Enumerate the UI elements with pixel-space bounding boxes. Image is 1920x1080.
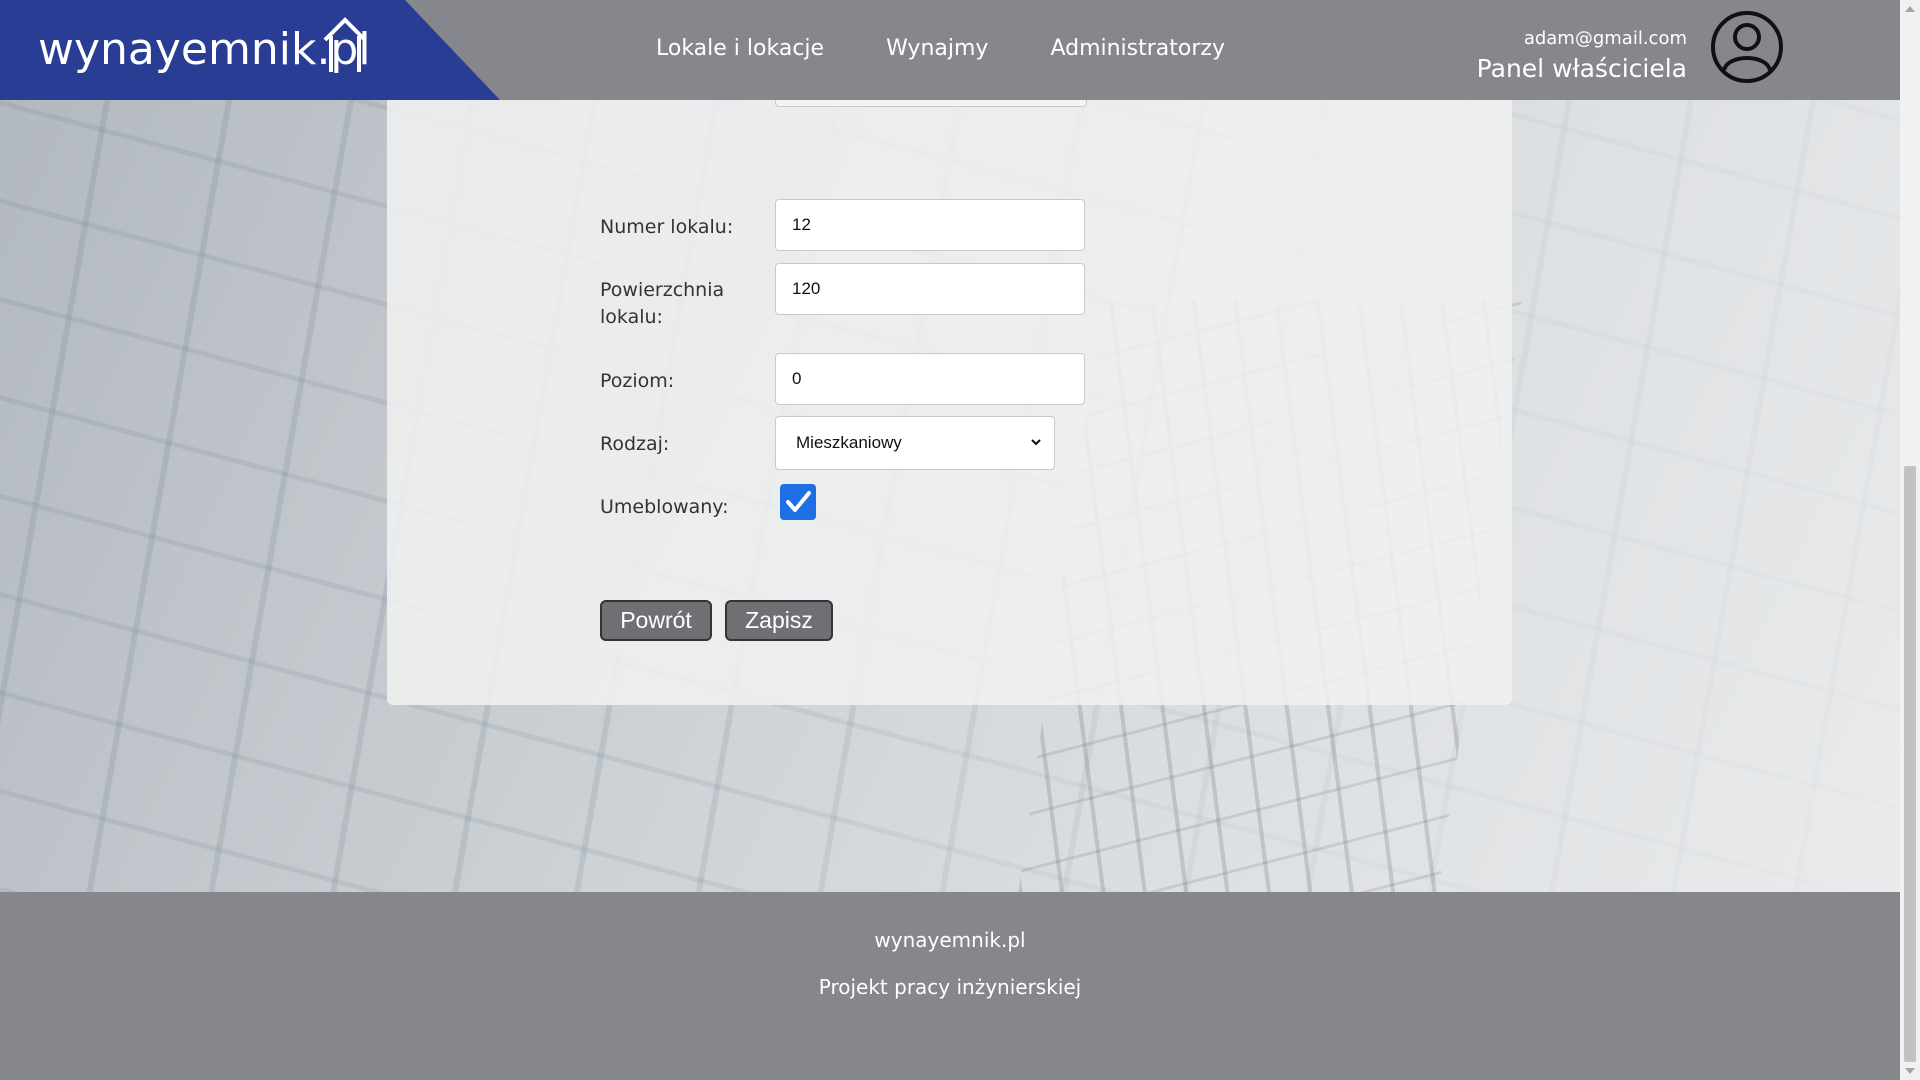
- poziom-label: Poziom:: [600, 370, 675, 392]
- rodzaj-selected-value: Mieszkaniowy: [796, 433, 902, 452]
- page-scrollbar[interactable]: [1900, 0, 1920, 1080]
- footer-site-name: wynayemnik.pl: [874, 928, 1026, 952]
- main-nav: Lokale i lokacje Wynajmy Administratorzy: [656, 36, 1225, 61]
- user-avatar-icon[interactable]: [1710, 10, 1784, 84]
- powierzchnia-label-line1: Powierzchnia: [600, 279, 725, 301]
- back-button[interactable]: Powrót: [600, 600, 712, 641]
- nav-administratorzy[interactable]: Administratorzy: [1050, 36, 1225, 61]
- poziom-input[interactable]: [775, 353, 1085, 405]
- footer-subtitle: Projekt pracy inżynierskiej: [818, 975, 1082, 999]
- nav-wynajmy[interactable]: Wynajmy: [886, 36, 988, 61]
- scroll-thumb[interactable]: [1904, 466, 1916, 1062]
- nav-lokale[interactable]: Lokale i lokacje: [656, 36, 824, 61]
- rodzaj-label: Rodzaj:: [600, 433, 670, 455]
- user-panel-label[interactable]: Panel właściciela: [1477, 54, 1687, 83]
- site-header: wynayemnik.pl Lokale i lokacje Wynajmy A…: [0, 0, 1900, 100]
- checkmark-icon: [786, 491, 811, 512]
- powierzchnia-label: Powierzchnia lokalu:: [600, 277, 724, 331]
- rodzaj-select[interactable]: Mieszkaniowy: [775, 416, 1055, 470]
- logo-area[interactable]: wynayemnik.pl: [0, 0, 500, 100]
- logo-text[interactable]: wynayemnik.pl: [38, 24, 371, 75]
- powierzchnia-input[interactable]: [775, 263, 1085, 315]
- user-email: adam@gmail.com: [1523, 28, 1687, 49]
- house-icon: [323, 17, 367, 72]
- numer-lokalu-label: Numer lokalu:: [600, 216, 734, 238]
- chevron-down-icon: [1031, 439, 1041, 446]
- scroll-down-arrow-icon[interactable]: [1905, 1068, 1915, 1074]
- numer-lokalu-input[interactable]: [775, 199, 1085, 251]
- umeblowany-checkbox[interactable]: [780, 484, 816, 520]
- save-button[interactable]: Zapisz: [725, 600, 833, 641]
- site-footer: wynayemnik.pl Projekt pracy inżynierskie…: [0, 892, 1900, 1080]
- powierzchnia-label-line2: lokalu:: [600, 306, 663, 328]
- scroll-up-arrow-icon[interactable]: [1905, 6, 1915, 12]
- umeblowany-label: Umeblowany:: [600, 496, 729, 518]
